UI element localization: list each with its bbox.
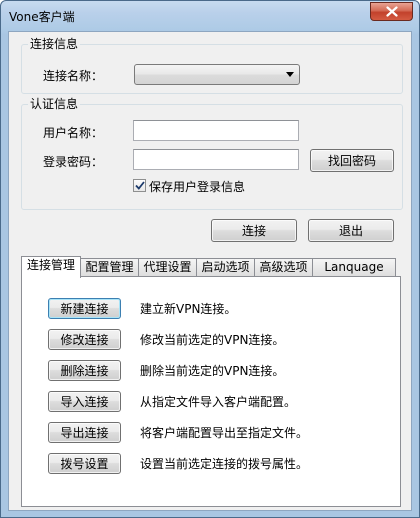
save-login-checkbox[interactable] [133, 179, 146, 192]
dial-settings-description: 设置当前选定连接的拨号属性。 [140, 457, 309, 471]
recover-password-button[interactable]: 找回密码 [310, 149, 394, 172]
delete-connection-button[interactable]: 删除连接 [48, 360, 121, 381]
password-label: 登录密码： [43, 155, 104, 169]
delete-connection-description: 删除当前选定的VPN连接。 [140, 364, 285, 378]
window-title: Vone客户端 [9, 10, 75, 24]
tab-startup-options[interactable]: 启动选项 [196, 258, 255, 277]
import-connection-button[interactable]: 导入连接 [48, 391, 121, 412]
save-login-label: 保存用户登录信息 [149, 180, 246, 194]
connection-name-label: 连接名称： [43, 69, 104, 83]
close-icon [385, 6, 398, 17]
connect-button[interactable]: 连接 [211, 219, 297, 242]
tab-proxy-settings[interactable]: 代理设置 [138, 258, 197, 277]
close-button[interactable] [370, 2, 413, 21]
import-connection-description: 从指定文件导入客户端配置。 [140, 395, 297, 409]
chevron-down-icon [286, 72, 294, 77]
edit-connection-button[interactable]: 修改连接 [48, 329, 121, 350]
edit-connection-description: 修改当前选定的VPN连接。 [140, 333, 285, 347]
checkmark-icon [134, 181, 145, 190]
tab-advanced-options[interactable]: 高级选项 [254, 258, 313, 277]
exit-button[interactable]: 退出 [308, 219, 394, 242]
app-window: Vone客户端 连接信息 连接名称： 认证信息 用户名称： 登录密码： 找回密码 [0, 0, 420, 518]
username-label: 用户名称： [43, 126, 104, 140]
export-connection-description: 将客户端配置导出至指定文件。 [140, 426, 309, 440]
connection-management-panel: 新建连接 建立新VPN连接。 修改连接 修改当前选定的VPN连接。 删除连接 删… [21, 276, 401, 507]
tab-connection-management[interactable]: 连接管理 [21, 256, 81, 278]
tab-language[interactable]: Lanquage [312, 258, 396, 277]
password-input[interactable] [133, 149, 299, 170]
export-connection-button[interactable]: 导出连接 [48, 422, 121, 443]
connection-name-select[interactable] [134, 64, 300, 85]
auth-info-legend: 认证信息 [28, 97, 81, 111]
connection-info-legend: 连接信息 [28, 37, 81, 51]
dial-settings-button[interactable]: 拨号设置 [48, 453, 121, 474]
new-connection-description: 建立新VPN连接。 [140, 302, 237, 316]
new-connection-button[interactable]: 新建连接 [48, 298, 121, 319]
title-bar[interactable]: Vone客户端 [1, 1, 419, 31]
username-input[interactable] [133, 120, 299, 141]
tab-config-management[interactable]: 配置管理 [80, 258, 139, 277]
client-area: 连接信息 连接名称： 认证信息 用户名称： 登录密码： 找回密码 保存用户登录信… [8, 31, 412, 511]
